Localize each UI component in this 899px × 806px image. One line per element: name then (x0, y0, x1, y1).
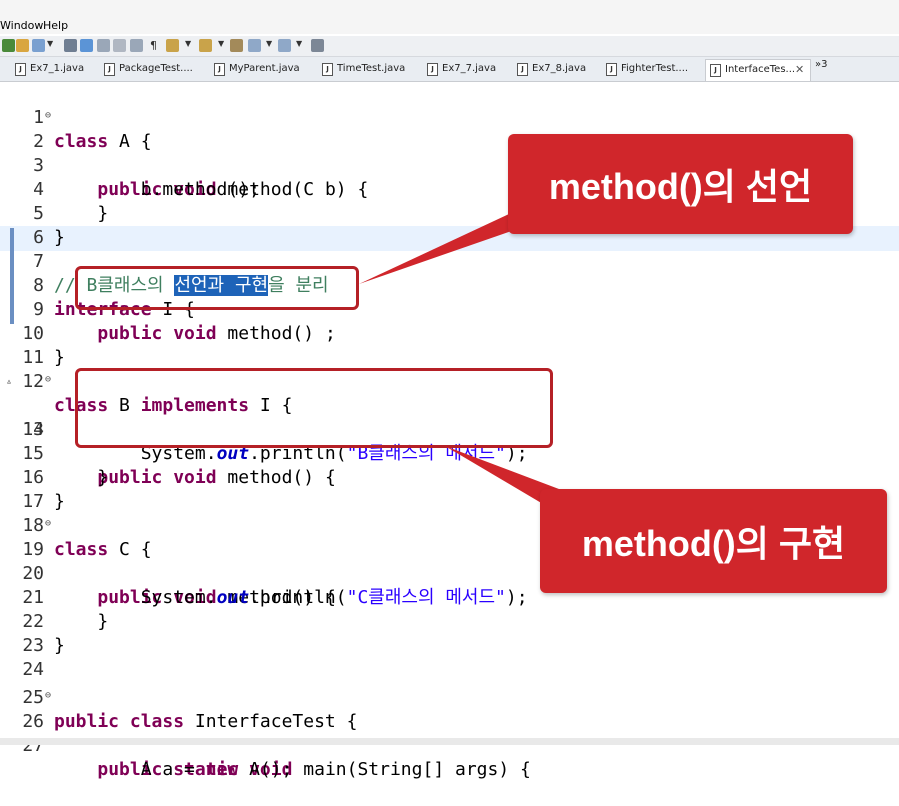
java-file-icon: J (710, 64, 721, 77)
forward-icon[interactable] (278, 39, 291, 52)
open-folder-icon[interactable] (16, 39, 29, 52)
tab-label: FighterTest.... (621, 63, 689, 74)
back-icon[interactable] (248, 39, 261, 52)
menu-help[interactable]: Help (43, 19, 68, 32)
tab-label: MyParent.java (229, 63, 300, 74)
annotation-icon[interactable] (97, 39, 110, 52)
code-line: 2 ⊖ public void method(C b) { (0, 104, 899, 200)
tab-interfacetest[interactable]: J InterfaceTes... ✕ (705, 59, 811, 81)
code-line: 25 public class InterfaceTest { (0, 662, 899, 732)
next-dropdown-icon[interactable]: ▼ (185, 39, 191, 48)
code-text: A(); (238, 759, 293, 780)
pin-editor-icon[interactable] (311, 39, 324, 52)
dropdown-arrow-icon[interactable]: ▼ (47, 39, 53, 48)
code-line: 11 (0, 322, 899, 368)
close-icon[interactable]: ✕ (795, 63, 804, 76)
java-file-icon: J (517, 63, 528, 76)
declaration-callout: method()의 선언 (508, 134, 853, 234)
run-icon[interactable] (2, 39, 15, 52)
code-line: 17 (0, 466, 899, 512)
code-text: main(String[] args) { (292, 759, 531, 780)
code-text: A a = (140, 759, 206, 780)
java-file-icon: J (606, 63, 617, 76)
back-dropdown-icon[interactable]: ▼ (266, 39, 272, 48)
tab-label: Ex7_7.java (442, 63, 497, 74)
fold-icon[interactable]: ⊖ (45, 104, 51, 128)
show-whitespace-icon[interactable] (130, 39, 143, 52)
tab-myparent[interactable]: J MyParent.java (214, 59, 320, 80)
java-file-icon: J (427, 63, 438, 76)
fold-icon[interactable]: ⊖ (45, 368, 51, 392)
implementation-callout: method()의 구현 (540, 489, 887, 593)
search-icon[interactable] (64, 39, 77, 52)
tab-ex7-7[interactable]: J Ex7_7.java (427, 59, 515, 80)
keyword: new (205, 759, 239, 780)
tab-label: InterfaceTes... (725, 64, 796, 75)
code-line: 12 class B implements I { (0, 346, 899, 416)
fold-icon[interactable]: ⊖ (45, 512, 51, 536)
tab-packagetest[interactable]: J PackageTest.... (104, 59, 208, 80)
fold-icon[interactable]: ⊖ (45, 684, 51, 708)
code-line: 24 (0, 634, 899, 680)
implementation-highlight-box (75, 368, 553, 448)
horizontal-scrollbar[interactable] (0, 738, 899, 745)
pilcrow-icon[interactable]: ¶ (150, 39, 157, 52)
code-line: 1 class A { (0, 82, 899, 152)
tab-label: Ex7_8.java (532, 63, 587, 74)
java-file-icon: J (322, 63, 333, 76)
highlight-icon[interactable] (80, 39, 93, 52)
editor-tab-bar: J Ex7_1.java J PackageTest.... J MyParen… (0, 57, 899, 82)
code-line: 26 ⊖ public static void main(String[] ar… (0, 684, 899, 780)
prev-dropdown-icon[interactable]: ▼ (218, 39, 224, 48)
java-file-icon: J (104, 63, 115, 76)
last-edit-icon[interactable] (230, 39, 243, 52)
override-marker-icon: ▵ (6, 376, 13, 387)
prev-annotation-icon[interactable] (199, 39, 212, 52)
toolbar: ▼ ¶ ▼ ▼ ▼ ▼ (0, 36, 899, 57)
tab-timetest[interactable]: J TimeTest.java (322, 59, 426, 80)
tab-ex7-1[interactable]: J Ex7_1.java (15, 59, 103, 80)
tab-label: TimeTest.java (337, 63, 406, 74)
menu-window[interactable]: Window (0, 19, 43, 32)
tab-ex7-8[interactable]: J Ex7_8.java (517, 59, 605, 80)
code-line: 27 A a = new A(); (0, 710, 899, 780)
tab-fightertest[interactable]: J FighterTest.... (606, 59, 702, 80)
code-line: 23 (0, 610, 899, 656)
tab-label: PackageTest.... (119, 63, 193, 74)
declaration-highlight-box (75, 266, 359, 310)
new-wizard-icon[interactable] (32, 39, 45, 52)
next-annotation-icon[interactable] (166, 39, 179, 52)
tab-overflow[interactable]: »3 (815, 59, 835, 80)
forward-dropdown-icon[interactable]: ▼ (296, 39, 302, 48)
block-select-icon[interactable] (113, 39, 126, 52)
java-file-icon: J (15, 63, 26, 76)
java-file-icon: J (214, 63, 225, 76)
tab-label: Ex7_1.java (30, 63, 85, 74)
menu-bar: Window Help (0, 0, 899, 34)
